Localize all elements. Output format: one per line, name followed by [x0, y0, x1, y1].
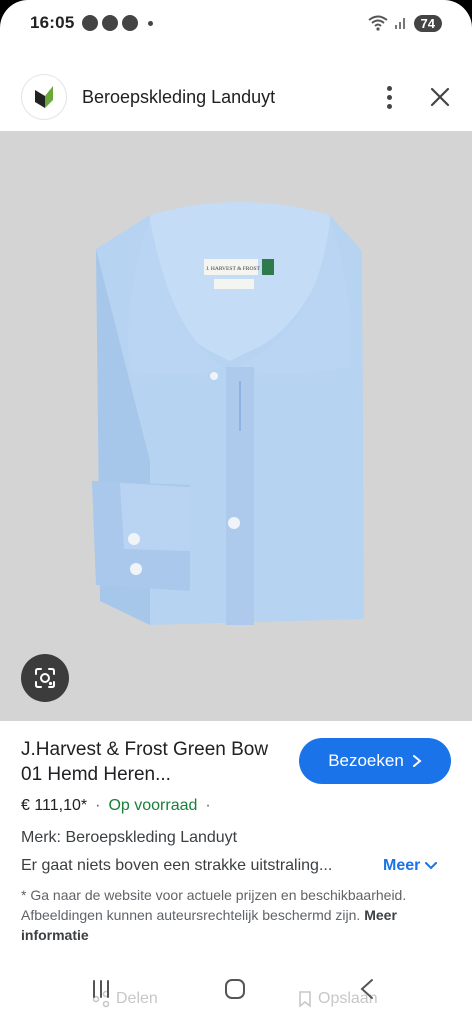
stock-status: Op voorraad [108, 797, 198, 814]
lens-icon [35, 668, 55, 688]
messenger-icon-2 [122, 15, 139, 31]
product-title[interactable]: J.Harvest & Frost Green Bow 01 Hemd Here… [21, 737, 291, 787]
status-time: 16:05 [30, 13, 75, 32]
status-bar: 16:05 74 [0, 0, 472, 46]
site-name[interactable]: Beroepskleding Landuyt [82, 87, 275, 108]
recents-icon[interactable] [90, 978, 112, 1000]
brand-line: Merk: Beroepskleding Landuyt [21, 829, 238, 846]
home-icon[interactable] [224, 978, 246, 1000]
product-image[interactable]: J. HARVEST & FROST [0, 131, 472, 721]
disclaimer: * Ga naar de website voor actuele prijze… [21, 885, 421, 945]
whatsapp-icon [82, 15, 99, 31]
screen: 16:05 74 Beroepskleding Landuyt J. HARVE… [0, 0, 472, 1024]
chevron-down-icon [425, 862, 438, 870]
visit-button[interactable]: Bezoeken [299, 738, 451, 784]
more-vert-icon[interactable] [383, 82, 396, 113]
lens-button[interactable] [21, 654, 69, 702]
visit-button-label: Bezoeken [328, 751, 404, 770]
more-button[interactable]: Meer [383, 857, 438, 875]
description: Er gaat niets boven een strakke uitstral… [21, 857, 333, 874]
more-notifications-dot [148, 20, 154, 26]
wifi-icon [367, 15, 388, 31]
chevron-right-icon [412, 755, 422, 767]
more-label: Meer [383, 857, 421, 874]
shirt-image: J. HARVEST & FROST [92, 202, 364, 625]
battery-indicator: 74 [413, 14, 442, 32]
site-logo[interactable] [22, 75, 66, 119]
price-row: € 111,10* · Op voorraad · [21, 797, 211, 814]
product-info: J.Harvest & Frost Green Bow 01 Hemd Here… [21, 737, 451, 945]
status-right: 74 [367, 14, 442, 32]
shirt-label-text: J. HARVEST & FROST [206, 266, 260, 272]
disclaimer-text: * Ga naar de website voor actuele prijze… [21, 887, 407, 923]
description-row: Er gaat niets boven een strakke uitstral… [21, 857, 451, 875]
close-icon[interactable] [430, 87, 450, 107]
back-icon[interactable] [358, 978, 376, 1000]
result-header: Beroepskleding Landuyt [0, 70, 472, 124]
signal-icon [394, 18, 405, 29]
system-nav-bar [0, 970, 472, 1016]
price: € 111,10* [21, 797, 88, 814]
messenger-icon [102, 15, 119, 31]
notification-icons [82, 15, 154, 31]
